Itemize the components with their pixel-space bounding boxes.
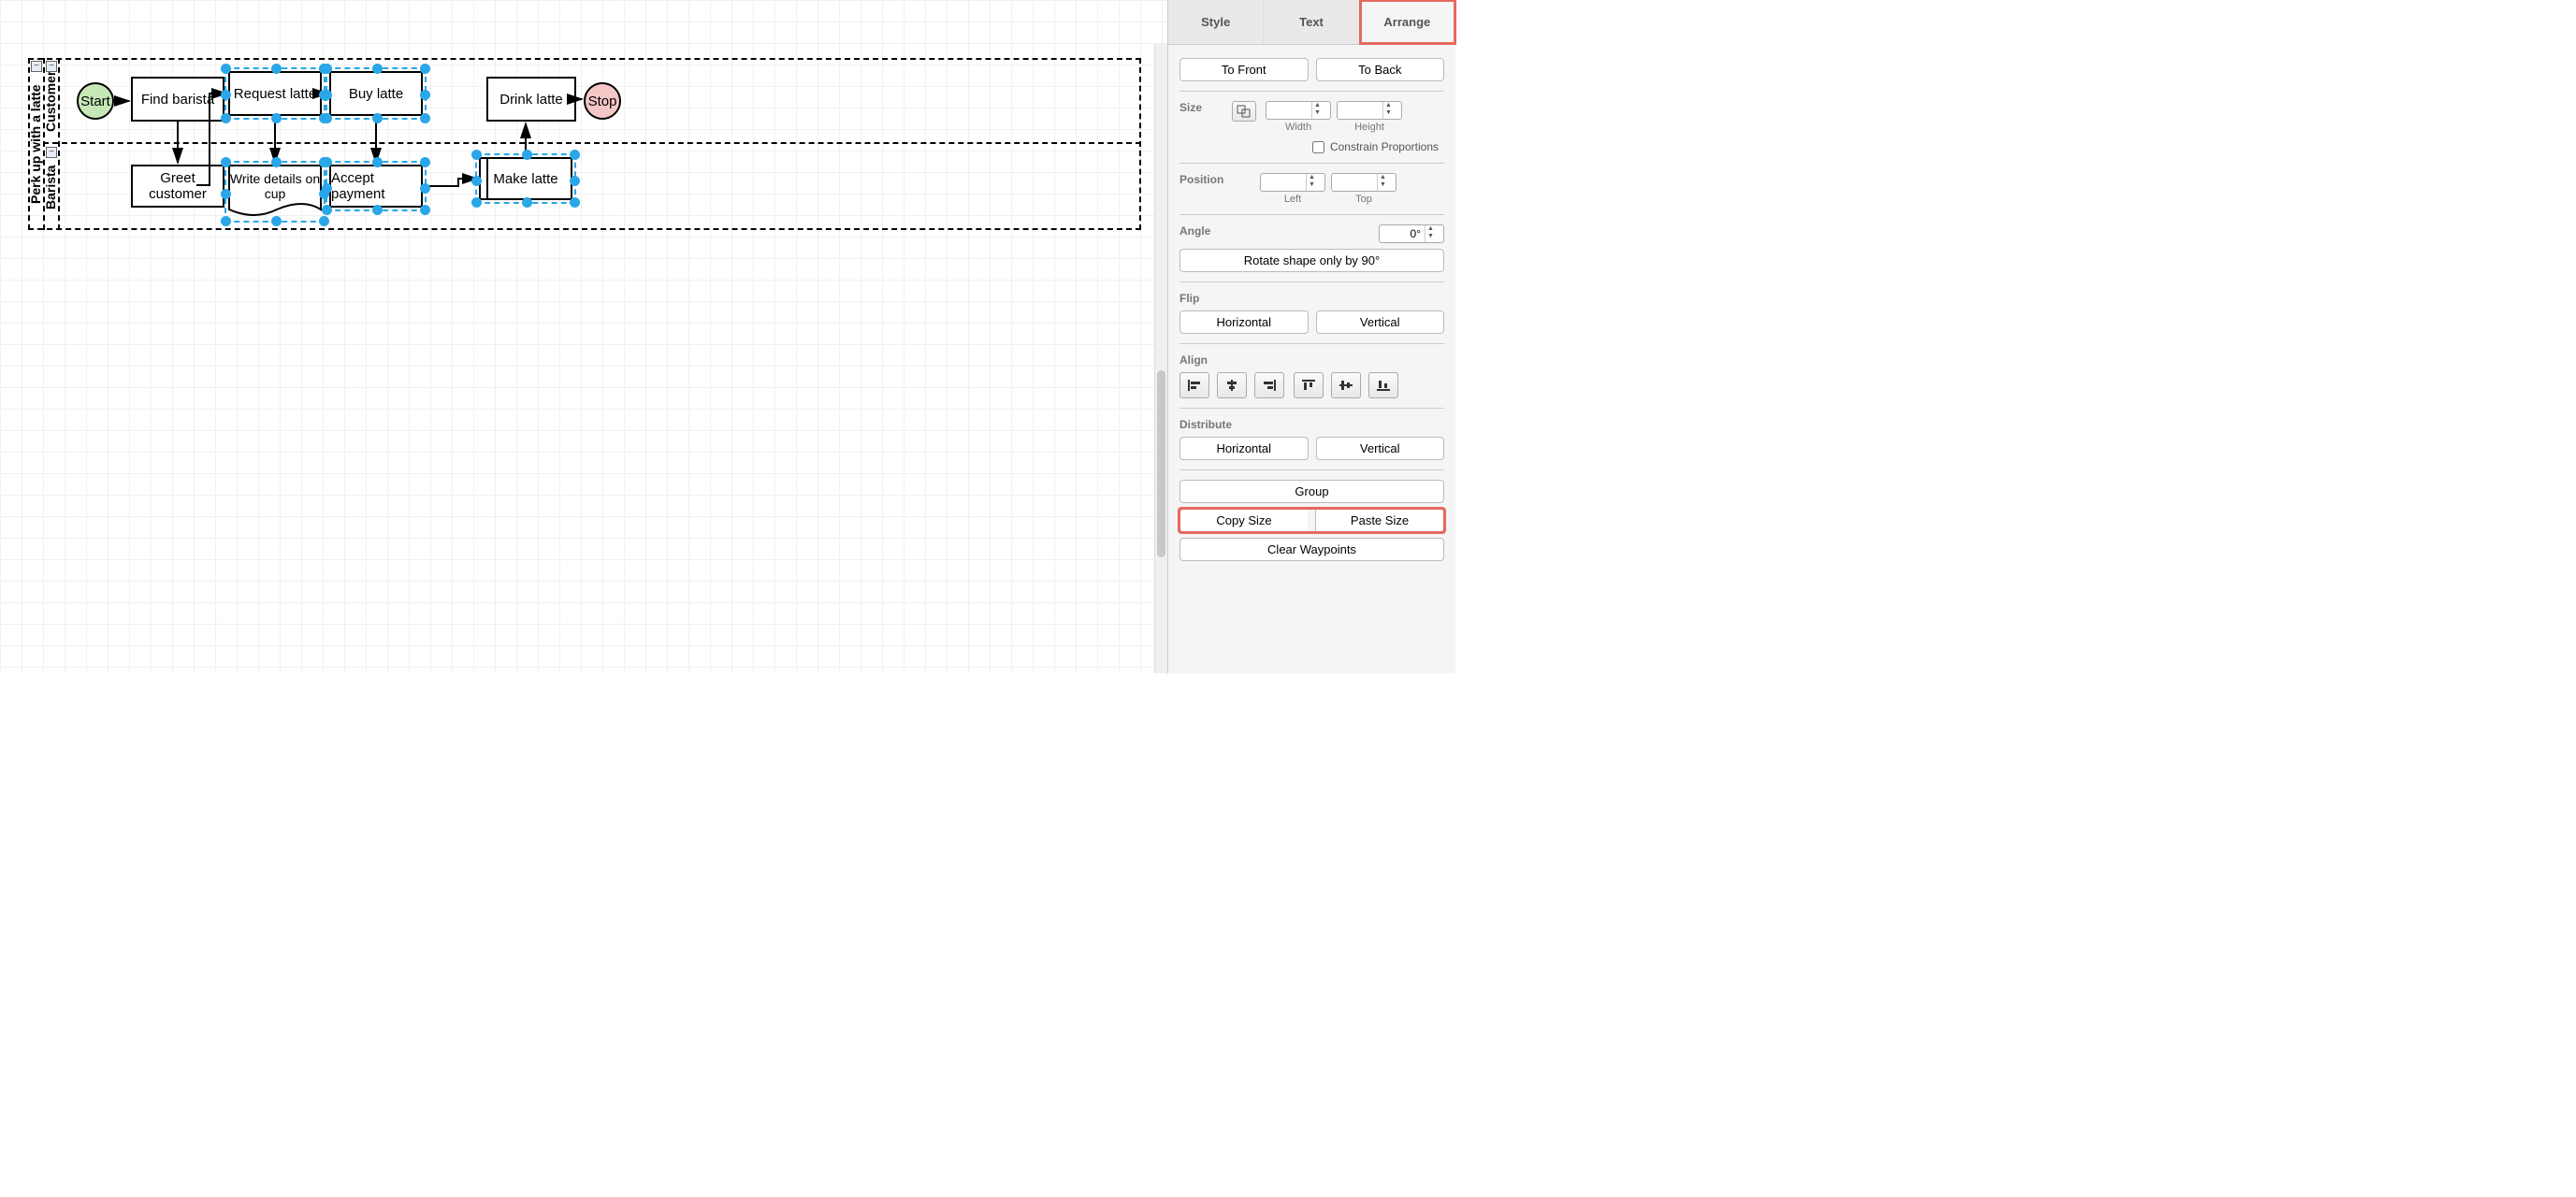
align-bottom-icon[interactable] [1368, 372, 1398, 398]
selection-accept-payment[interactable] [326, 161, 427, 211]
tab-text[interactable]: Text [1264, 0, 1359, 44]
flip-label: Flip [1179, 292, 1444, 305]
canvas-scrollbar[interactable] [1154, 43, 1167, 673]
left-label: Left [1284, 194, 1301, 205]
canvas[interactable]: Perk up with a latte Customer Barista − … [0, 0, 1167, 673]
rotate-90-button[interactable]: Rotate shape only by 90° [1179, 249, 1444, 272]
distribute-label: Distribute [1179, 418, 1444, 431]
left-input[interactable]: ▲▼ [1260, 173, 1325, 192]
top-input[interactable]: ▲▼ [1331, 173, 1397, 192]
top-label: Top [1355, 194, 1372, 205]
tab-style[interactable]: Style [1168, 0, 1264, 44]
angle-input[interactable]: ▲▼ [1379, 224, 1444, 243]
selection-request-latte[interactable] [224, 67, 326, 120]
format-tabs: Style Text Arrange [1168, 0, 1455, 45]
clear-waypoints-button[interactable]: Clear Waypoints [1179, 538, 1444, 561]
align-middle-icon[interactable] [1331, 372, 1361, 398]
selection-write-details[interactable] [224, 161, 326, 223]
collapse-pool[interactable]: − [31, 61, 42, 72]
pool-divider-2 [58, 58, 60, 230]
size-label: Size [1179, 101, 1226, 114]
flip-horizontal-button[interactable]: Horizontal [1179, 310, 1309, 334]
selection-make-latte[interactable] [475, 153, 576, 204]
to-back-button[interactable]: To Back [1316, 58, 1445, 81]
selection-buy-latte[interactable] [326, 67, 427, 120]
group-button[interactable]: Group [1179, 480, 1444, 503]
distribute-vertical-button[interactable]: Vertical [1316, 437, 1445, 460]
constrain-checkbox[interactable] [1312, 141, 1324, 153]
find-barista[interactable]: Find barista [131, 77, 224, 122]
stop-node[interactable]: Stop [584, 82, 621, 120]
collapse-customer[interactable]: − [46, 61, 57, 72]
start-node[interactable]: Start [77, 82, 114, 120]
format-panel: Style Text Arrange To Front To Back Size… [1167, 0, 1455, 673]
align-right-icon[interactable] [1254, 372, 1284, 398]
greet-customer[interactable]: Greet customer [131, 165, 224, 208]
tab-arrange[interactable]: Arrange [1360, 0, 1455, 44]
align-top-icon[interactable] [1294, 372, 1324, 398]
position-label: Position [1179, 173, 1254, 186]
height-input[interactable]: ▲▼ [1337, 101, 1402, 120]
paste-size-button[interactable]: Paste Size [1315, 509, 1444, 532]
height-label: Height [1354, 122, 1384, 133]
drink-latte[interactable]: Drink latte [486, 77, 576, 122]
collapse-barista[interactable]: − [46, 147, 57, 158]
copy-size-button[interactable]: Copy Size [1179, 509, 1308, 532]
align-left-icon[interactable] [1179, 372, 1209, 398]
width-label: Width [1285, 122, 1311, 133]
angle-label: Angle [1179, 224, 1373, 238]
distribute-horizontal-button[interactable]: Horizontal [1179, 437, 1309, 460]
pool-title: Perk up with a latte [28, 58, 43, 230]
constrain-label: Constrain Proportions [1330, 140, 1439, 153]
autosize-icon[interactable] [1232, 101, 1256, 122]
flip-vertical-button[interactable]: Vertical [1316, 310, 1445, 334]
to-front-button[interactable]: To Front [1179, 58, 1309, 81]
width-input[interactable]: ▲▼ [1266, 101, 1331, 120]
align-center-icon[interactable] [1217, 372, 1247, 398]
canvas-scrollbar-thumb[interactable] [1157, 370, 1165, 557]
align-label: Align [1179, 353, 1444, 367]
